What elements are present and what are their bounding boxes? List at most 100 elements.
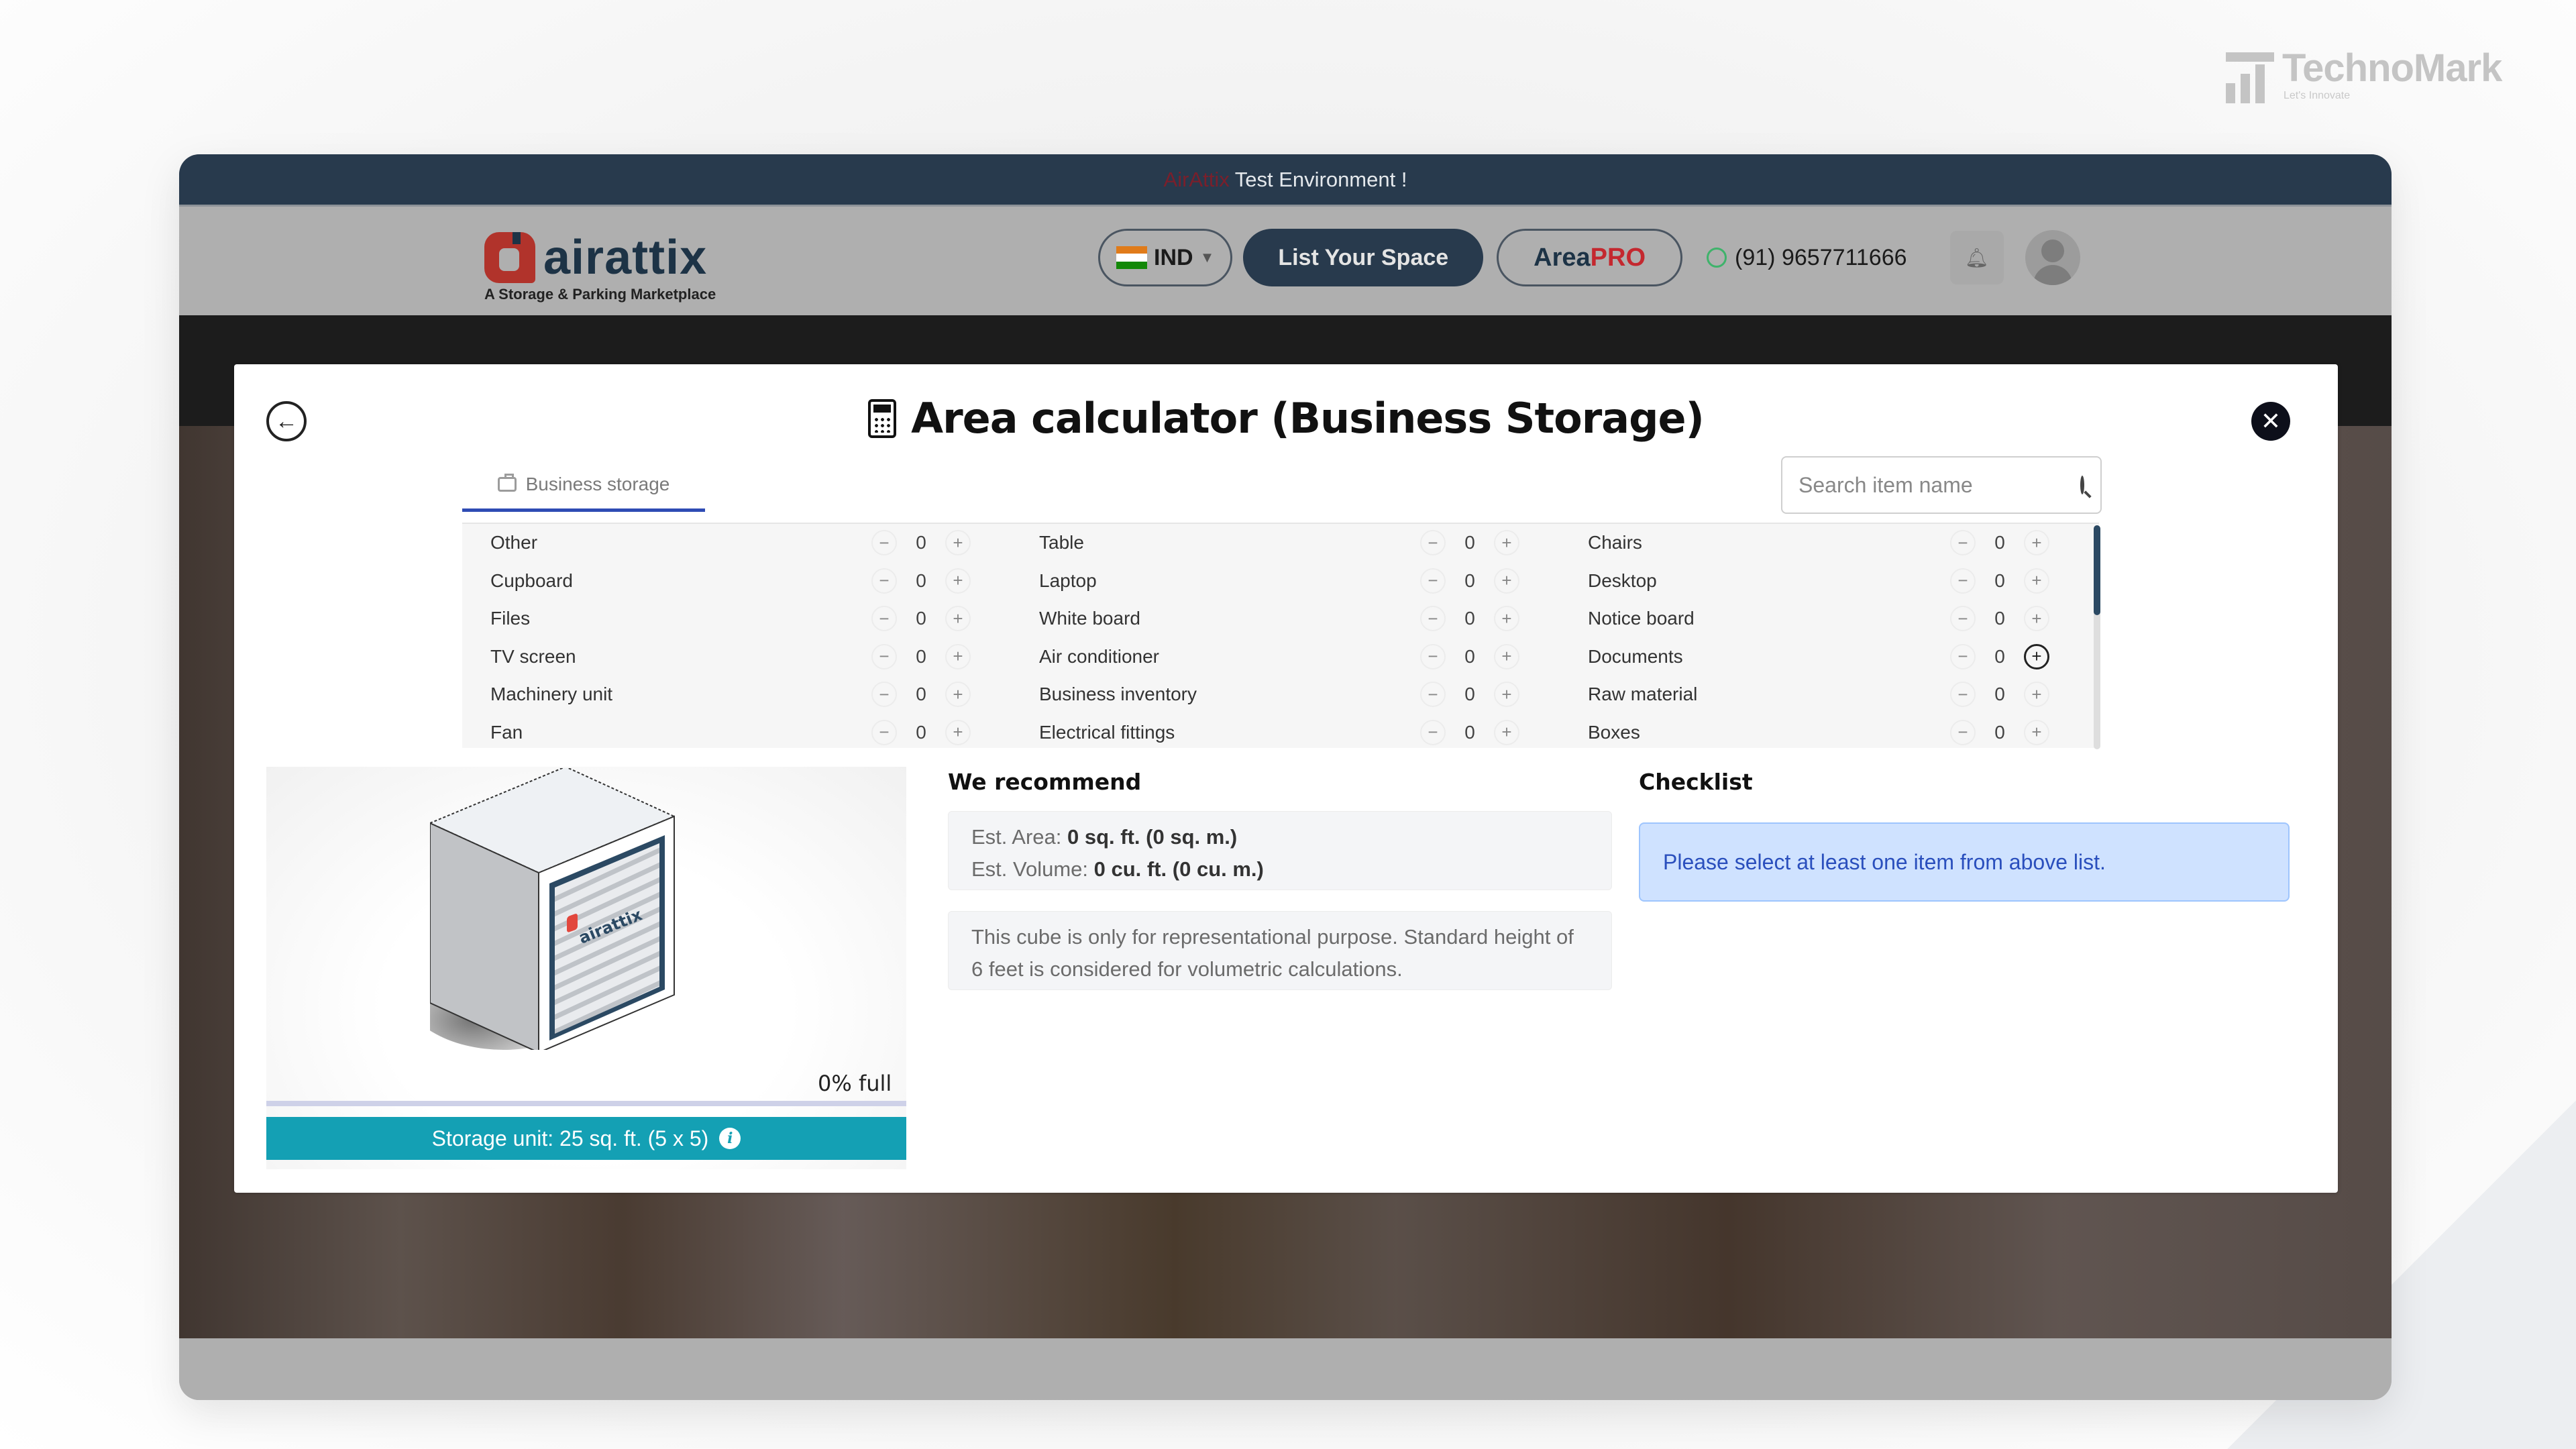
decrement-button[interactable]: −	[871, 682, 897, 708]
increment-button[interactable]: +	[1494, 568, 1519, 594]
decrement-button[interactable]: −	[1950, 568, 1976, 594]
areapro-button[interactable]: Area PRO	[1497, 229, 1683, 286]
decrement-button[interactable]: −	[1950, 682, 1976, 708]
fill-percentage-label: 0% full	[818, 1071, 892, 1096]
quantity-stepper: − 0 +	[871, 719, 971, 745]
quantity-stepper: − 0 +	[1950, 719, 2049, 745]
item-row: Fan − 0 +	[462, 714, 1011, 749]
india-flag-icon	[1116, 246, 1147, 269]
search-icon[interactable]	[2080, 476, 2084, 494]
increment-button[interactable]: +	[2024, 568, 2049, 594]
item-name: Laptop	[1039, 570, 1097, 591]
decrement-button[interactable]: −	[871, 530, 897, 556]
increment-button[interactable]: +	[945, 568, 971, 594]
increment-button[interactable]: +	[1494, 682, 1519, 708]
item-name: Chairs	[1588, 532, 1642, 553]
increment-button[interactable]: +	[2024, 682, 2049, 708]
item-name: Notice board	[1588, 608, 1695, 629]
item-quantity: 0	[1464, 684, 1475, 705]
item-name: Documents	[1588, 645, 1683, 667]
decrement-button[interactable]: −	[1420, 682, 1446, 708]
quantity-stepper: − 0 +	[1950, 682, 2049, 708]
quantity-stepper: − 0 +	[871, 643, 971, 669]
item-name: Other	[490, 532, 538, 553]
increment-button[interactable]: +	[1494, 606, 1519, 632]
decrement-button[interactable]: −	[1950, 606, 1976, 632]
item-name: Table	[1039, 532, 1084, 553]
checklist-heading: Checklist	[1639, 769, 1753, 795]
decrement-button[interactable]: −	[1950, 643, 1976, 669]
storage-cube-illustration: airattix	[430, 768, 676, 1050]
country-selector[interactable]: IND ▼	[1098, 229, 1233, 286]
quantity-stepper: − 0 +	[1420, 606, 1519, 632]
decrement-button[interactable]: −	[871, 719, 897, 745]
decrement-button[interactable]: −	[1950, 530, 1976, 556]
fill-progress-bar	[266, 1101, 906, 1106]
increment-button[interactable]: +	[1494, 530, 1519, 556]
item-row: Boxes − 0 +	[1560, 714, 2090, 749]
items-scrollbar[interactable]	[2094, 525, 2100, 749]
decrement-button[interactable]: −	[871, 606, 897, 632]
whatsapp-contact[interactable]: (91) 9657711666	[1707, 245, 1907, 271]
item-name: Machinery unit	[490, 684, 613, 705]
close-icon: ✕	[2260, 407, 2282, 435]
decrement-button[interactable]: −	[1420, 719, 1446, 745]
page-footer-strip	[179, 1338, 2392, 1400]
increment-button[interactable]: +	[2024, 643, 2049, 669]
increment-button[interactable]: +	[945, 643, 971, 669]
search-input[interactable]	[1799, 472, 2080, 498]
decrement-button[interactable]: −	[1420, 568, 1446, 594]
est-area-label: Est. Area:	[971, 825, 1062, 849]
area-calculator-modal: ← Area calculator (Business Storage) ✕ B…	[234, 364, 2338, 1193]
decrement-button[interactable]: −	[1950, 719, 1976, 745]
item-quantity: 0	[1464, 721, 1475, 743]
airattix-logo-icon	[484, 232, 535, 283]
item-search[interactable]	[1781, 456, 2102, 514]
quantity-stepper: − 0 +	[1950, 606, 2049, 632]
list-your-space-button[interactable]: List Your Space	[1243, 229, 1484, 286]
decrement-button[interactable]: −	[1420, 530, 1446, 556]
info-icon[interactable]: i	[719, 1128, 741, 1149]
item-row: Electrical fittings − 0 +	[1011, 714, 1560, 749]
site-logo[interactable]: airattix A Storage & Parking Marketplace	[484, 232, 716, 303]
est-area-line: Est. Area: 0 sq. ft. (0 sq. m.)	[971, 821, 1589, 853]
tab-business-storage[interactable]: Business storage	[462, 460, 705, 512]
calculator-icon	[868, 398, 897, 438]
increment-button[interactable]: +	[1494, 719, 1519, 745]
phone-number: (91) 9657711666	[1735, 244, 1907, 270]
decrement-button[interactable]: −	[871, 568, 897, 594]
logo-tagline: A Storage & Parking Marketplace	[484, 286, 716, 303]
item-row: White board − 0 +	[1011, 600, 1560, 638]
increment-button[interactable]: +	[945, 530, 971, 556]
increment-button[interactable]: +	[2024, 606, 2049, 632]
quantity-stepper: − 0 +	[871, 568, 971, 594]
item-name: Desktop	[1588, 570, 1657, 591]
increment-button[interactable]: +	[2024, 719, 2049, 745]
decrement-button[interactable]: −	[871, 643, 897, 669]
quantity-stepper: − 0 +	[1420, 568, 1519, 594]
storage-unit-label: Storage unit: 25 sq. ft. (5 x 5)	[431, 1126, 709, 1150]
user-avatar[interactable]	[2025, 230, 2080, 285]
decrement-button[interactable]: −	[1420, 643, 1446, 669]
increment-button[interactable]: +	[945, 606, 971, 632]
quantity-stepper: − 0 +	[1420, 530, 1519, 556]
bell-icon: 🔔︎	[1964, 247, 1989, 268]
item-quantity: 0	[1464, 645, 1475, 667]
increment-button[interactable]: +	[1494, 643, 1519, 669]
items-list: Other − 0 + Table − 0 + Chairs − 0 + Cup…	[462, 523, 2099, 748]
increment-button[interactable]: +	[2024, 530, 2049, 556]
item-quantity: 0	[1464, 608, 1475, 629]
item-quantity: 0	[1994, 721, 2005, 743]
est-volume-line: Est. Volume: 0 cu. ft. (0 cu. m.)	[971, 853, 1589, 885]
increment-button[interactable]: +	[945, 682, 971, 708]
quantity-stepper: − 0 +	[1420, 719, 1519, 745]
areapro-label-area: Area	[1534, 243, 1591, 272]
close-button[interactable]: ✕	[2251, 402, 2290, 441]
scrollbar-thumb[interactable]	[2094, 525, 2100, 615]
increment-button[interactable]: +	[945, 719, 971, 745]
logo-wordmark: airattix	[543, 231, 708, 284]
notifications-button[interactable]: 🔔︎	[1949, 231, 2004, 284]
item-row: Documents − 0 +	[1560, 638, 2090, 676]
item-row: Chairs − 0 +	[1560, 524, 2090, 562]
decrement-button[interactable]: −	[1420, 606, 1446, 632]
